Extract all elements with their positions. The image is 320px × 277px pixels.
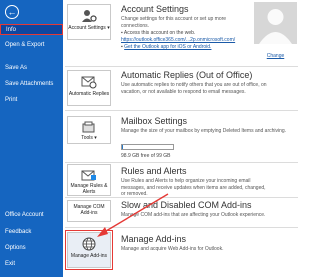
sidebar-item-save-as[interactable]: Save As — [0, 63, 63, 74]
sidebar-item-feedback[interactable]: Feedback — [0, 227, 63, 238]
sidebar-item-info[interactable]: Info — [0, 24, 63, 35]
sidebar-item-print[interactable]: Print — [0, 95, 63, 106]
sidebar-item-open-export[interactable]: Open & Export — [0, 40, 63, 51]
sidebar-item-options[interactable]: Options — [0, 243, 63, 254]
info-panel: Account Settings ▾ Account Settings Chan… — [63, 0, 300, 277]
sidebar-item-exit[interactable]: Exit — [0, 259, 63, 270]
sidebar-item-office-account[interactable]: Office Account — [0, 210, 63, 221]
sidebar-item-save-attachments[interactable]: Save Attachments — [0, 79, 63, 90]
annotation-arrow — [97, 193, 169, 237]
backstage-sidebar: ← Info Open & Export Save As Save Attach… — [0, 0, 63, 277]
back-arrow-icon[interactable]: ← — [5, 5, 19, 19]
